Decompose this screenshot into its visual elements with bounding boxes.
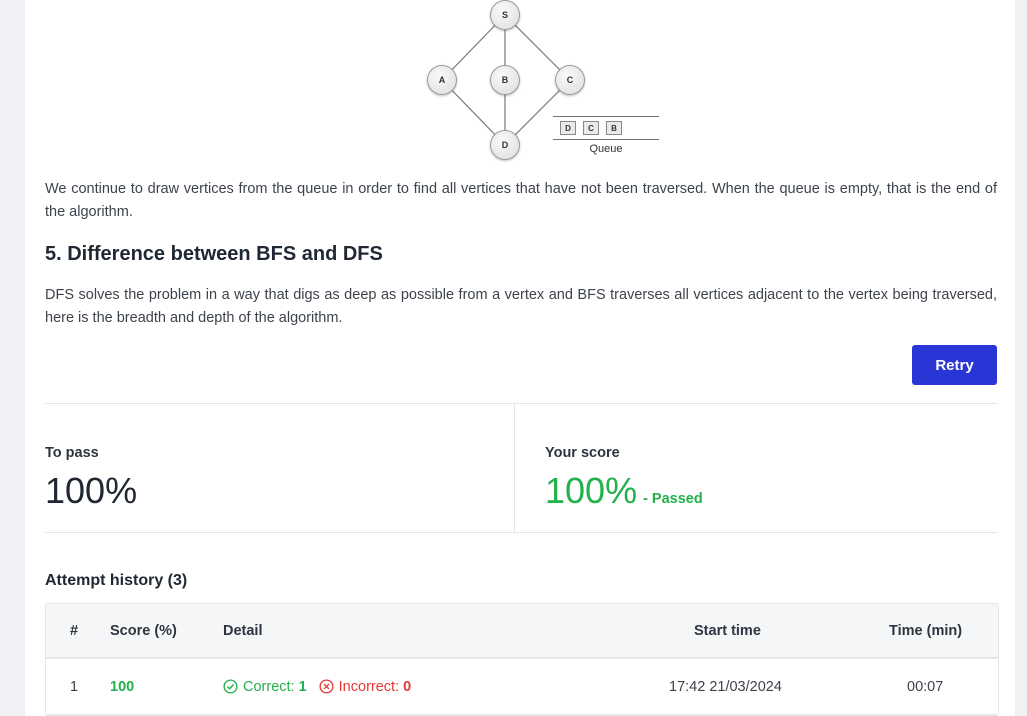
row-time: 00:07 (907, 678, 944, 695)
divider (45, 532, 997, 533)
your-score-block: 100% - Passed (545, 470, 703, 512)
to-pass-value: 100% (45, 470, 138, 511)
content-page: S A B C D D C B Queue We continue to dra… (25, 0, 1015, 716)
your-score-value: 100% (545, 470, 638, 511)
graph-node-c: C (555, 65, 585, 95)
row-start-time: 17:42 21/03/2024 (669, 678, 782, 695)
header-num: # (70, 622, 79, 639)
row-num: 1 (70, 678, 79, 695)
correct-count: 1 (298, 678, 307, 695)
header-start-time: Start time (694, 622, 761, 639)
row-detail: Correct: 1 Incorrect: 0 (223, 659, 411, 714)
graph-node-b: B (490, 65, 520, 95)
queue-diagram: D C B Queue (553, 116, 659, 156)
retry-button[interactable]: Retry (912, 345, 997, 385)
queue-bottom-line (553, 139, 659, 140)
graph-node-s: S (490, 0, 520, 30)
table-header: # Score (%) Detail Start time Time (min) (46, 604, 998, 659)
x-circle-icon (319, 679, 334, 694)
row-score: 100 (110, 678, 135, 695)
header-detail: Detail (223, 622, 263, 639)
header-score: Score (%) (110, 622, 177, 639)
queue-top-line (553, 116, 659, 117)
queue-cell: C (583, 121, 599, 135)
attempt-history-table: # Score (%) Detail Start time Time (min)… (45, 603, 999, 716)
queue-cell: B (606, 121, 622, 135)
passed-status: - Passed (643, 491, 703, 507)
paragraph-queue-end: We continue to draw vertices from the qu… (45, 181, 997, 220)
incorrect-count: 0 (403, 678, 412, 695)
your-score-label: Your score (545, 445, 620, 461)
divider (45, 403, 997, 404)
queue-cell: D (560, 121, 576, 135)
graph-node-a: A (427, 65, 457, 95)
correct-label: Correct: (243, 678, 295, 695)
graph-node-d: D (490, 130, 520, 160)
paragraph-bfs-dfs: DFS solves the problem in a way that dig… (45, 287, 997, 326)
score-divider (514, 403, 515, 532)
header-time: Time (min) (889, 622, 963, 639)
attempt-history-title: Attempt history (3) (45, 572, 188, 589)
check-circle-icon (223, 679, 238, 694)
section-heading: 5. Difference between BFS and DFS (45, 243, 383, 265)
table-row[interactable]: 1 100 Correct: 1 Incorrect: 0 17:42 21/0… (46, 659, 998, 715)
to-pass-label: To pass (45, 445, 99, 461)
bfs-graph-figure: S A B C D D C B Queue (381, 0, 671, 162)
queue-label: Queue (589, 143, 623, 155)
incorrect-label: Incorrect: (338, 678, 400, 695)
